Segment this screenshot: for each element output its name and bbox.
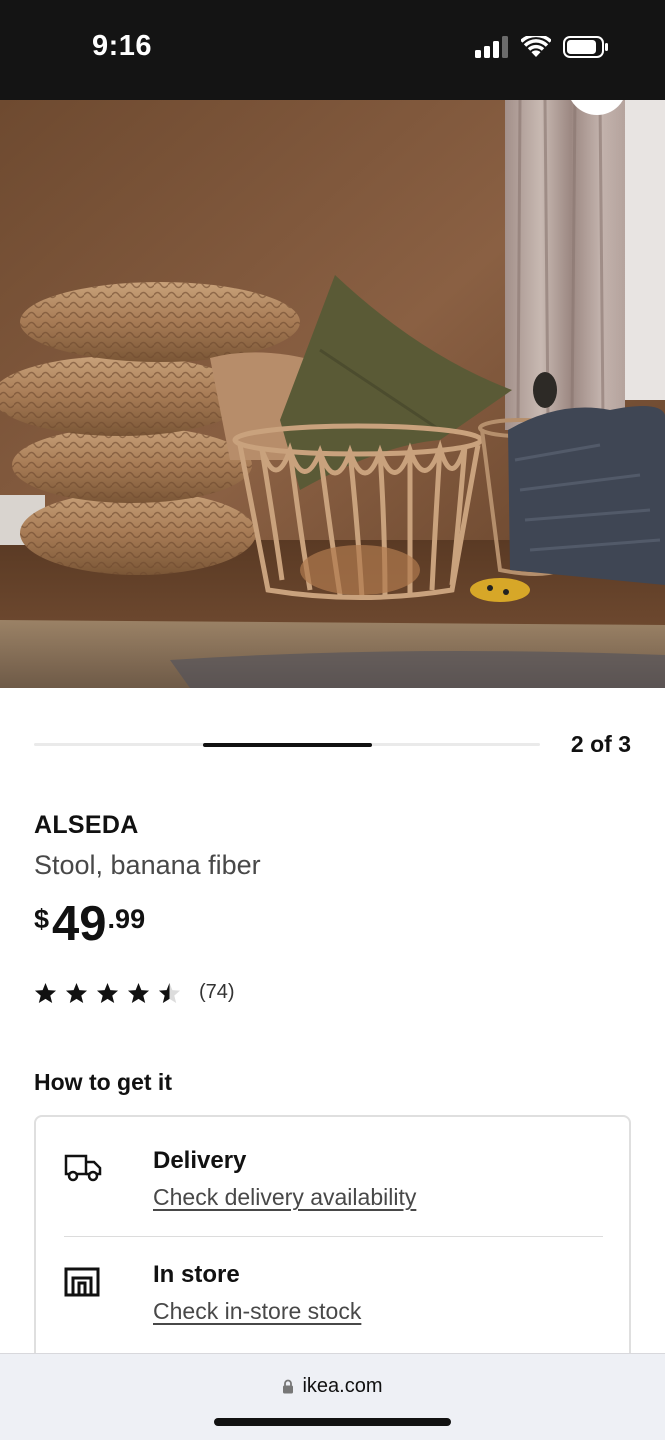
url-display[interactable]: ikea.com bbox=[0, 1375, 665, 1398]
home-indicator[interactable] bbox=[214, 1418, 451, 1426]
image-carousel-indicator[interactable]: 2 of 3 bbox=[34, 730, 631, 760]
rating-count: (74) bbox=[199, 981, 235, 1003]
price-integer: 49 bbox=[52, 897, 107, 951]
lock-icon bbox=[283, 1379, 294, 1394]
store-icon bbox=[64, 1267, 100, 1297]
product-rating[interactable]: (74) bbox=[34, 981, 235, 1004]
carousel-track bbox=[34, 742, 540, 747]
product-name: ALSEDA bbox=[34, 811, 139, 839]
wifi-icon bbox=[521, 36, 551, 57]
status-bar: 9:16 bbox=[0, 0, 665, 100]
in-store-label: In store bbox=[153, 1261, 240, 1288]
delivery-label: Delivery bbox=[153, 1147, 247, 1174]
star-icon bbox=[96, 982, 119, 1003]
product-description: Stool, banana fiber bbox=[34, 850, 261, 880]
url-text: ikea.com bbox=[302, 1375, 383, 1397]
star-icon bbox=[34, 982, 57, 1003]
browser-url-bar[interactable]: ikea.com bbox=[0, 1353, 665, 1440]
star-icon bbox=[65, 982, 88, 1003]
check-delivery-link[interactable]: Check delivery availability bbox=[153, 1184, 416, 1211]
price-currency: $ bbox=[34, 904, 50, 934]
status-icons bbox=[475, 36, 609, 58]
product-image[interactable] bbox=[0, 100, 665, 688]
check-in-store-stock-link[interactable]: Check in-store stock bbox=[153, 1298, 361, 1325]
fulfillment-card: Delivery Check delivery availability In … bbox=[34, 1115, 631, 1375]
rating-stars bbox=[34, 982, 181, 1004]
image-counter: 2 of 3 bbox=[570, 731, 631, 757]
battery-icon bbox=[563, 36, 608, 58]
how-to-get-title: How to get it bbox=[34, 1069, 172, 1095]
carousel-position bbox=[203, 742, 372, 747]
star-icon bbox=[127, 982, 150, 1003]
status-time: 9:16 bbox=[92, 30, 153, 62]
truck-icon bbox=[64, 1154, 102, 1182]
cellular-signal-icon bbox=[475, 36, 508, 58]
divider bbox=[64, 1236, 603, 1237]
half-star-icon bbox=[158, 982, 181, 1003]
price-decimal: .99 bbox=[107, 904, 146, 934]
product-price: $ 49 .99 bbox=[34, 897, 145, 951]
